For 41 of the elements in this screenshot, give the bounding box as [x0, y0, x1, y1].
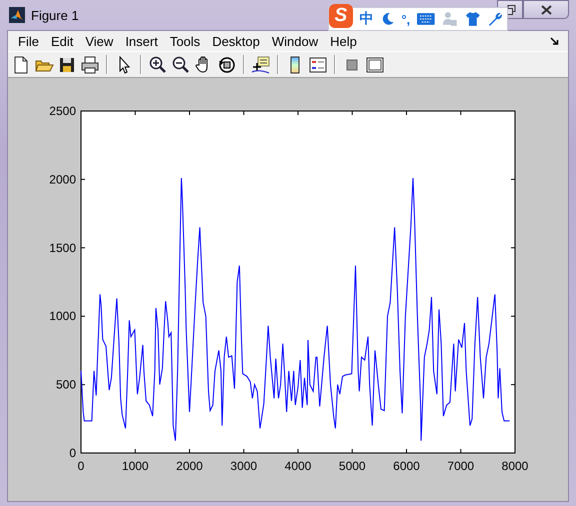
menu-item[interactable]: File — [12, 34, 45, 48]
menu-item[interactable]: Tools — [164, 34, 206, 48]
input-mode-toggle[interactable]: 中 — [360, 10, 374, 28]
tick-label: 3000 — [230, 459, 258, 473]
tick-label: 5000 — [338, 459, 366, 473]
keyboard-icon[interactable] — [417, 13, 435, 25]
close-button[interactable] — [523, 0, 569, 19]
menu-item[interactable]: Insert — [119, 34, 164, 48]
menu-item[interactable]: Window — [266, 34, 324, 48]
data-cursor-icon[interactable] — [251, 54, 271, 74]
tick-label: 4000 — [284, 459, 312, 473]
window-frame-icon[interactable] — [365, 54, 385, 74]
tick-label: 2000 — [49, 172, 76, 186]
tick-label: 2000 — [176, 459, 203, 473]
tick-label: 6000 — [393, 459, 420, 473]
punctuation-toggle[interactable]: °, — [401, 12, 410, 26]
rotate-icon[interactable] — [217, 54, 237, 74]
tick-label: 500 — [56, 378, 76, 392]
print-icon[interactable] — [80, 54, 100, 74]
tick-label: 1000 — [122, 459, 149, 473]
zoom-in-icon[interactable] — [148, 54, 168, 74]
tick-label: 1000 — [49, 309, 76, 324]
moon-icon[interactable] — [380, 12, 394, 26]
menu-item[interactable]: Desktop — [206, 34, 266, 48]
wrench-icon[interactable] — [487, 11, 503, 27]
menu-item[interactable]: Edit — [44, 34, 80, 48]
window-title: Figure 1 — [31, 8, 79, 22]
close-icon — [540, 4, 552, 14]
tick-label: 0 — [69, 446, 76, 460]
dock-arrow-icon[interactable] — [550, 36, 559, 46]
menu-item[interactable]: View — [79, 34, 120, 48]
zoom-out-icon[interactable] — [171, 54, 191, 74]
matlab-logo-icon — [9, 7, 25, 23]
shirt-icon[interactable] — [464, 11, 480, 27]
tick-label: 1500 — [49, 240, 76, 255]
tick-label: 7000 — [447, 459, 474, 473]
tick-label: 0 — [78, 459, 84, 473]
tick-label: 8000 — [502, 459, 528, 473]
tick-label: 2500 — [49, 104, 76, 118]
menu-item[interactable]: Help — [324, 34, 363, 48]
legend-icon[interactable] — [308, 54, 328, 74]
